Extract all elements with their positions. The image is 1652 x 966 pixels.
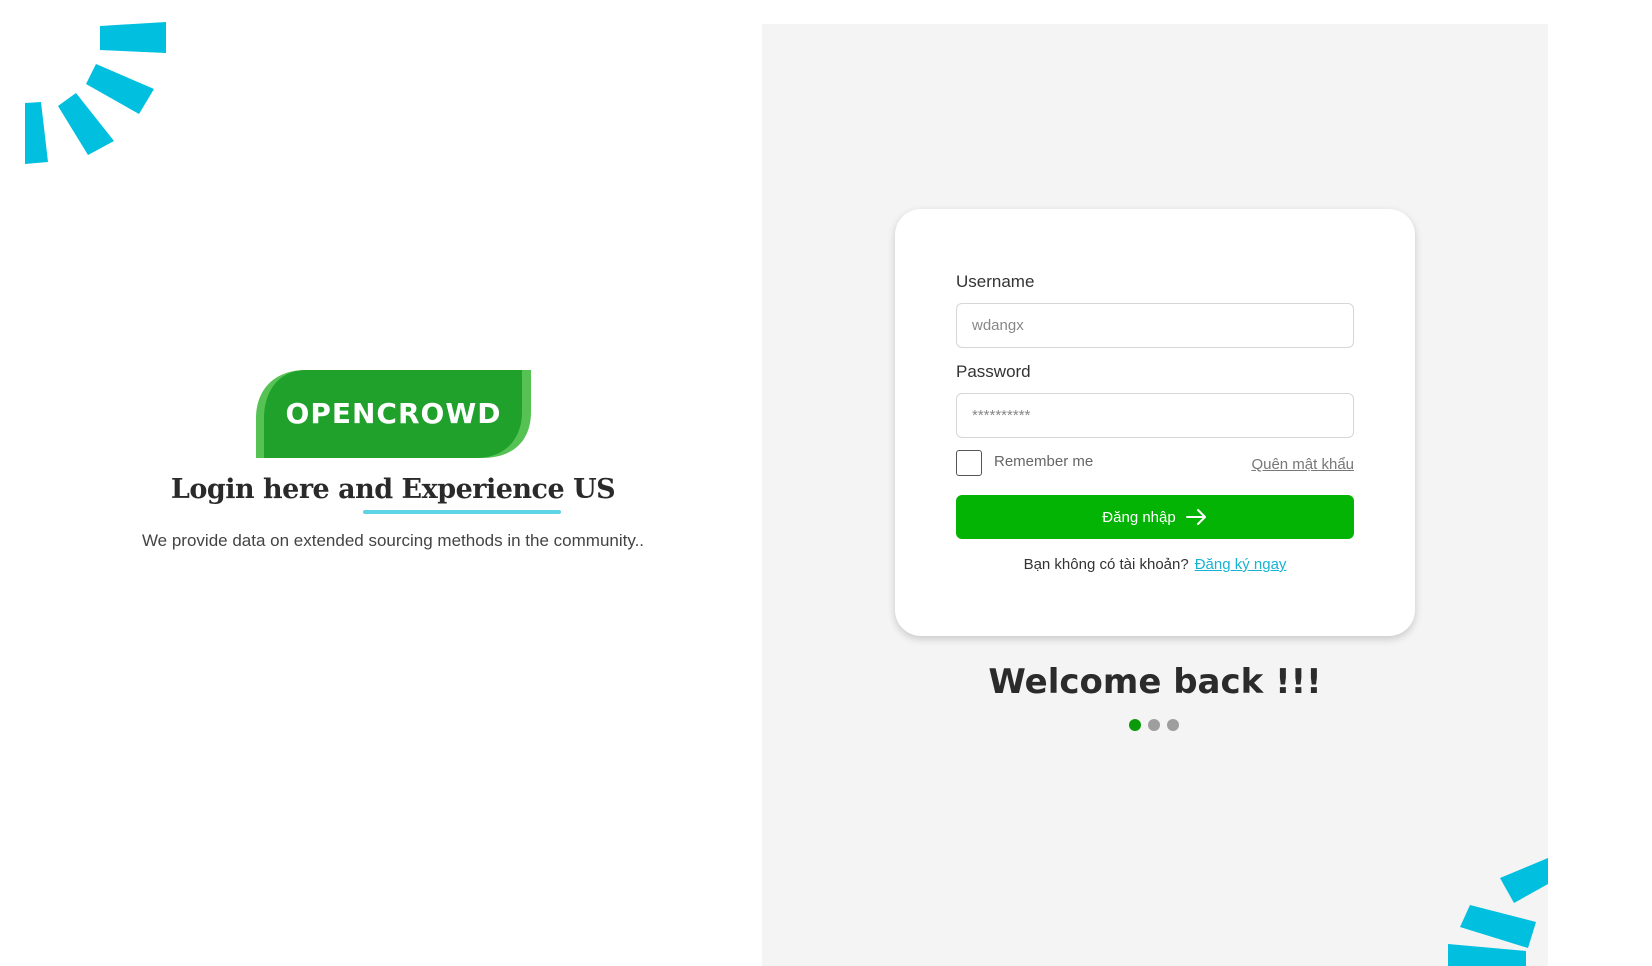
- arrow-right-icon: [1185, 509, 1206, 525]
- logo-text: OPENCROWD: [285, 397, 502, 430]
- login-button-label: Đăng nhập: [1102, 508, 1176, 526]
- signup-prompt: Bạn không có tài khoản?: [1023, 556, 1189, 573]
- signup-row: Bạn không có tài khoản? Đăng ký ngay: [895, 556, 1415, 573]
- login-page: OPENCROWD Login here and Experience US W…: [0, 0, 1652, 966]
- carousel-dot[interactable]: [1129, 719, 1141, 731]
- headline: Login here and Experience US: [170, 474, 616, 505]
- password-input[interactable]: [956, 393, 1354, 438]
- carousel-dot[interactable]: [1167, 719, 1179, 731]
- burst-decoration-icon: [25, 22, 166, 164]
- welcome-title: Welcome back !!!: [988, 662, 1322, 702]
- forgot-password-link[interactable]: Quên mật khẩu: [1251, 456, 1354, 473]
- burst-decoration-icon: [1448, 858, 1548, 966]
- headline-underline: [363, 510, 561, 514]
- password-label: Password: [956, 362, 1031, 381]
- tagline: We provide data on extended sourcing met…: [141, 531, 645, 550]
- signup-link[interactable]: Đăng ký ngay: [1195, 556, 1287, 573]
- login-button[interactable]: Đăng nhập: [956, 495, 1354, 539]
- carousel-dot[interactable]: [1148, 719, 1160, 731]
- username-label: Username: [956, 272, 1035, 291]
- carousel-dots: [1129, 719, 1179, 731]
- username-input[interactable]: [956, 303, 1354, 348]
- remember-me-checkbox[interactable]: [956, 450, 982, 476]
- remember-me-label: Remember me: [994, 453, 1094, 470]
